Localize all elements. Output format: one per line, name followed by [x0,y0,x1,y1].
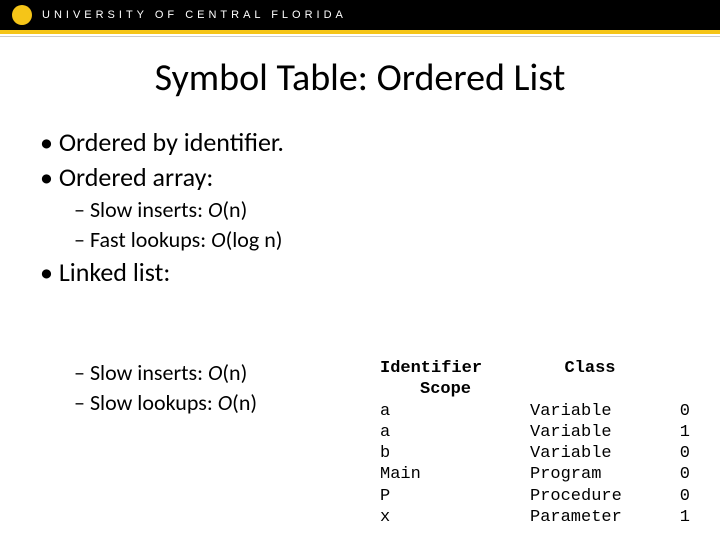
text: Slow inserts: [90,359,208,386]
big-o: O [211,226,225,253]
cell-class: Parameter [530,507,650,528]
col-scope: Scope [420,379,690,400]
cell-class: Procedure [530,486,650,507]
cell-scope: 0 [650,464,690,485]
text: (n) [232,389,257,416]
text: Slow lookups: [90,389,218,416]
cell-id: P [380,486,530,507]
bullet-array-inserts: Slow inserts: O(n) [74,195,680,225]
linked-list-sub-bullets: Slow inserts: O(n) Slow lookups: O(n) [40,358,380,528]
bullet-list-lookups: Slow lookups: O(n) [74,388,380,418]
cell-class: Variable [530,443,650,464]
cell-class: Variable [530,401,650,422]
big-o: O [218,389,232,416]
big-o: O [208,359,222,386]
cell-scope: 0 [650,443,690,464]
text: (n) [222,359,247,386]
content-area: Symbol Table: Ordered List Ordered by id… [0,37,720,290]
text: (log n) [226,226,283,253]
col-identifier: Identifier [380,358,530,379]
bullet-linked-list: Linked list: [40,255,680,290]
table-row: xParameter1 [380,507,690,528]
slide-title: Symbol Table: Ordered List [40,55,680,101]
cell-id: a [380,401,530,422]
table-header: Identifier Class [380,358,690,379]
cell-id: b [380,443,530,464]
table-row: aVariable0 [380,401,690,422]
cell-scope: 0 [650,401,690,422]
big-o: O [208,196,222,223]
slide: UNIVERSITY OF CENTRAL FLORIDA Symbol Tab… [0,0,720,540]
cell-class: Program [530,464,650,485]
bullet-ordered-by-identifier: Ordered by identifier. [40,125,680,160]
bullet-list-inserts: Slow inserts: O(n) [74,358,380,388]
lower-row: Slow inserts: O(n) Slow lookups: O(n) Id… [40,358,690,528]
university-name: UNIVERSITY OF CENTRAL FLORIDA [42,9,347,21]
bullet-array-lookups: Fast lookups: O(log n) [74,225,680,255]
symbol-table: Identifier Class Scope aVariable0 aVaria… [380,358,690,528]
table-row: bVariable0 [380,443,690,464]
cell-id: a [380,422,530,443]
table-row: aVariable1 [380,422,690,443]
table-row: MainProgram0 [380,464,690,485]
cell-scope: 1 [650,507,690,528]
text: Slow inserts: [90,196,208,223]
cell-scope: 0 [650,486,690,507]
cell-id: Main [380,464,530,485]
table-row: PProcedure0 [380,486,690,507]
bullet-ordered-array: Ordered array: [40,160,680,195]
col-class: Class [530,358,650,379]
text: Fast lookups: [90,226,211,253]
cell-scope: 1 [650,422,690,443]
gold-divider [0,30,720,34]
cell-id: x [380,507,530,528]
cell-class: Variable [530,422,650,443]
text: (n) [222,196,247,223]
header-bar: UNIVERSITY OF CENTRAL FLORIDA [0,0,720,30]
bullet-list: Ordered by identifier. Ordered array: Sl… [40,125,680,290]
pegasus-logo-icon [12,5,32,25]
